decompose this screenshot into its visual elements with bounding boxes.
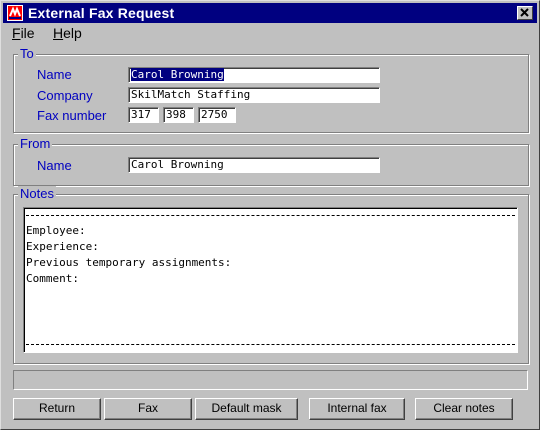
menu-help[interactable]: Help [53, 25, 82, 41]
from-name-input[interactable]: Carol Browning [128, 157, 380, 173]
from-legend: From [18, 136, 53, 151]
notes-line-previous: Previous temporary assignments: [26, 256, 232, 269]
title-bar[interactable]: External Fax Request [3, 3, 537, 23]
menu-bar: File Help [3, 23, 537, 42]
company-input[interactable]: SkilMatch Staffing [128, 87, 380, 103]
internal-fax-button[interactable]: Internal fax [309, 398, 405, 420]
to-name-input[interactable]: Carol Browning [128, 67, 380, 83]
clear-notes-button[interactable]: Clear notes [415, 398, 513, 420]
notes-line-comment: Comment: [26, 272, 79, 285]
fax-line-input[interactable]: 2750 [198, 107, 236, 123]
close-icon [520, 8, 529, 17]
to-name-label: Name [37, 67, 72, 82]
return-button[interactable]: Return [13, 398, 101, 420]
fax-prefix-input[interactable]: 398 [163, 107, 194, 123]
from-name-label: Name [37, 158, 72, 173]
fax-app-icon [7, 5, 23, 21]
to-legend: To [18, 46, 36, 61]
notes-legend: Notes [18, 186, 56, 201]
fax-button[interactable]: Fax [104, 398, 192, 420]
fax-request-window: External Fax Request File Help To Name C… [0, 0, 540, 430]
notes-line-employee: Employee: [26, 224, 86, 237]
default-mask-button[interactable]: Default mask [195, 398, 298, 420]
notes-top-separator [26, 215, 515, 216]
fax-area-code-input[interactable]: 317 [128, 107, 159, 123]
menu-file[interactable]: File [12, 25, 35, 41]
company-label: Company [37, 88, 93, 103]
close-button[interactable] [517, 6, 533, 20]
notes-textarea[interactable]: Employee: Experience: Previous temporary… [23, 207, 518, 353]
to-name-value: Carol Browning [131, 68, 224, 81]
window-title: External Fax Request [28, 5, 175, 21]
notes-bottom-separator [26, 344, 515, 345]
fax-number-label: Fax number [37, 108, 107, 123]
status-bar [13, 370, 528, 390]
notes-line-experience: Experience: [26, 240, 99, 253]
